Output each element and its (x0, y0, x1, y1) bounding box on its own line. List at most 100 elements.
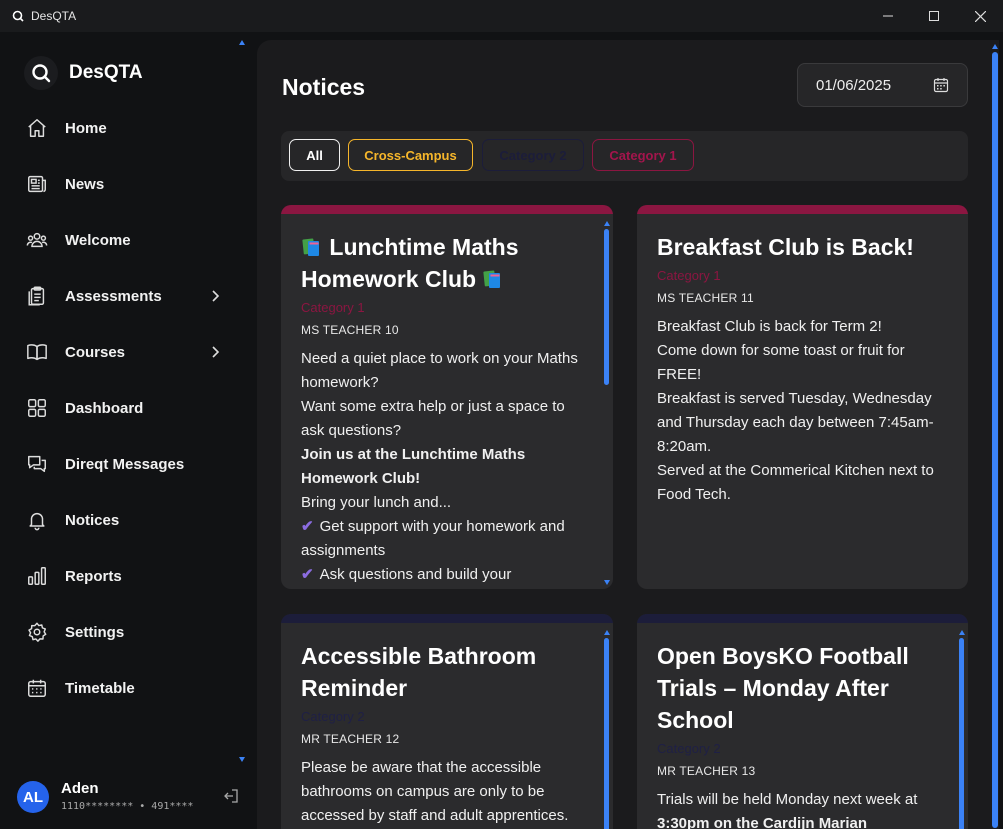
notice-line: Breakfast Club is back for Term 2! (657, 318, 882, 335)
user-id: 1110******** • 491**** (61, 801, 194, 812)
books-emoji-icon (482, 266, 504, 288)
category-color-bar (281, 614, 613, 623)
brand[interactable]: DesQTA (24, 56, 143, 90)
calendar-icon (25, 676, 49, 700)
notice-author: MS TEACHER 10 (301, 323, 399, 337)
main-content: Notices 01/06/2025 All Cross-Campus Cate… (257, 40, 999, 829)
scroll-down-arrow-icon[interactable] (239, 757, 245, 762)
sidebar-item-label: Welcome (65, 231, 131, 249)
chevron-right-icon (207, 344, 223, 360)
notice-card[interactable]: Accessible Bathroom Reminder Category 2 … (281, 614, 613, 829)
clipboard-icon (25, 284, 49, 308)
sidebar-item-dashboard[interactable]: Dashboard (0, 380, 240, 436)
sidebar-item-label: Dashboard (65, 399, 144, 417)
title-bar: DesQTA (0, 0, 1003, 32)
user-profile[interactable]: AL Aden 1110******** • 491**** (17, 776, 247, 826)
sidebar-item-label: Home (65, 119, 107, 137)
category-color-bar (281, 205, 613, 214)
sidebar-item-label: Assessments (65, 287, 162, 305)
category-filters: All Cross-Campus Category 2 Category 1 (281, 131, 968, 181)
logout-icon[interactable] (223, 788, 239, 804)
notice-title: Accessible Bathroom Reminder (301, 643, 537, 701)
chevron-right-icon (207, 288, 223, 304)
minimize-icon (883, 15, 893, 17)
sidebar-item-label: Timetable (65, 679, 135, 697)
users-icon (25, 228, 49, 252)
minimize-button[interactable] (865, 0, 911, 32)
scroll-down-arrow-icon[interactable] (604, 580, 610, 585)
sidebar-nav: Home News Welcome Assessments Courses Da… (0, 100, 240, 716)
notice-title: Open BoysKO Football Trials – Monday Aft… (657, 643, 909, 733)
notice-card[interactable]: Breakfast Club is Back! Category 1 MS TE… (637, 205, 968, 589)
sidebar-item-label: Settings (65, 623, 125, 641)
main-scrollbar[interactable] (990, 40, 1000, 829)
sidebar-item-direqt-messages[interactable]: Direqt Messages (0, 436, 240, 492)
sidebar-item-welcome[interactable]: Welcome (0, 212, 240, 268)
date-picker[interactable]: 01/06/2025 (797, 63, 968, 107)
card-scrollbar[interactable] (959, 630, 965, 829)
category-color-bar (637, 205, 968, 214)
scrollbar-thumb[interactable] (959, 638, 964, 829)
notice-line: Bring your lunch and... (301, 494, 452, 511)
notice-body: Breakfast Club is back for Term 2! Come … (657, 315, 944, 507)
maximize-icon (929, 11, 939, 21)
scroll-up-arrow-icon[interactable] (239, 40, 245, 45)
scrollbar-thumb[interactable] (604, 638, 609, 829)
sidebar-item-label: Direqt Messages (65, 455, 185, 473)
sidebar-item-news[interactable]: News (0, 156, 240, 212)
scroll-up-arrow-icon[interactable] (992, 44, 998, 49)
notice-line-bold: 3:30pm on the Cardijn Marian (657, 815, 868, 829)
notice-line: Get support with your homework and assig… (301, 518, 565, 559)
card-scrollbar[interactable] (604, 221, 610, 585)
notice-line-bold: Join us at the Lunchtime Maths Homework … (301, 446, 526, 487)
sidebar-item-reports[interactable]: Reports (0, 548, 240, 604)
sidebar-item-settings[interactable]: Settings (0, 604, 240, 660)
avatar: AL (17, 781, 49, 813)
notice-body: Please be aware that the accessible bath… (301, 756, 589, 828)
notice-category: Category 2 (301, 709, 365, 724)
sidebar-item-label: Courses (65, 343, 126, 361)
category-color-bar (637, 614, 968, 623)
sidebar-item-notices[interactable]: Notices (0, 492, 240, 548)
notice-author: MR TEACHER 13 (657, 764, 756, 778)
book-open-icon (25, 340, 49, 364)
scroll-up-arrow-icon[interactable] (959, 630, 965, 635)
filter-all[interactable]: All (289, 139, 340, 171)
filter-category-2[interactable]: Category 2 (482, 139, 584, 171)
calendar-icon[interactable] (933, 77, 949, 93)
sidebar-scrollbar[interactable] (239, 40, 247, 762)
notice-line: Breakfast is served Tuesday, Wednesday a… (657, 390, 934, 455)
scrollbar-thumb[interactable] (992, 52, 998, 828)
notice-body: Need a quiet place to work on your Maths… (301, 347, 589, 587)
card-scrollbar[interactable] (604, 630, 610, 829)
maximize-button[interactable] (911, 0, 957, 32)
close-button[interactable] (957, 0, 1003, 32)
page-title: Notices (282, 74, 366, 100)
notice-card[interactable]: Open BoysKO Football Trials – Monday Aft… (637, 614, 968, 829)
brand-name: DesQTA (69, 62, 143, 83)
sidebar-item-label: Reports (65, 567, 122, 585)
scrollbar-thumb[interactable] (604, 229, 609, 385)
notice-card[interactable]: Lunchtime Maths Homework Club Category 1… (281, 205, 613, 589)
sidebar-item-home[interactable]: Home (0, 100, 240, 156)
notice-body: Trials will be held Monday next week at … (657, 788, 944, 829)
notice-category: Category 1 (657, 268, 721, 283)
sidebar-item-timetable[interactable]: Timetable (0, 660, 240, 716)
check-icon: ✔ (301, 566, 314, 583)
filter-category-1[interactable]: Category 1 (592, 139, 694, 171)
newspaper-icon (25, 172, 49, 196)
sidebar-item-courses[interactable]: Courses (0, 324, 240, 380)
sidebar-item-assessments[interactable]: Assessments (0, 268, 240, 324)
date-value: 01/06/2025 (816, 76, 892, 94)
user-name: Aden (61, 780, 99, 797)
scroll-up-arrow-icon[interactable] (604, 630, 610, 635)
sidebar-item-label: News (65, 175, 105, 193)
sidebar-item-label: Notices (65, 511, 120, 529)
chat-bubbles-icon (25, 452, 49, 476)
scroll-up-arrow-icon[interactable] (604, 221, 610, 226)
filter-cross-campus[interactable]: Cross-Campus (348, 139, 473, 171)
notice-line: Please be aware that the accessible bath… (301, 759, 569, 824)
desqta-logo-icon (24, 56, 58, 90)
grid-icon (25, 396, 49, 420)
notice-category: Category 1 (301, 300, 365, 315)
